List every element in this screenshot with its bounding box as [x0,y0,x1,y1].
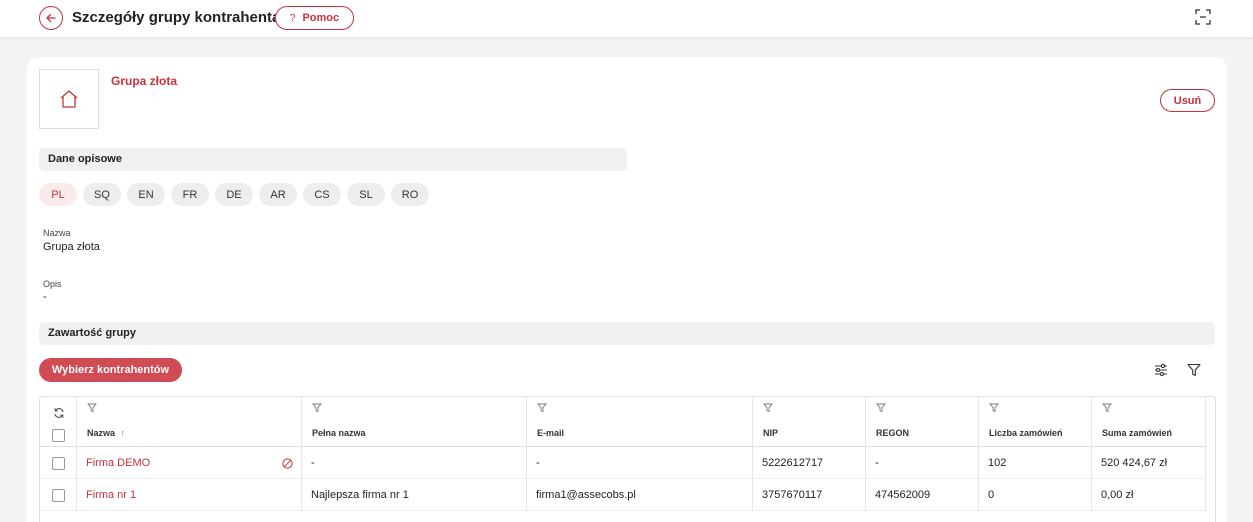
help-button-label: Pomoc [302,12,340,24]
question-icon: ? [289,12,296,24]
blocked-icon [282,458,293,469]
contractors-table: Nazwa ↑ Pełna nazwa E-mail NIP REGON Lic… [39,396,1216,522]
refresh-icon[interactable] [53,407,65,419]
table-cell-regon: 474562009 [866,479,979,511]
description-field-label: Opis [43,279,62,289]
group-name: Grupa złota [111,74,178,88]
column-header-order-count[interactable]: Liczba zamówień [979,397,1092,447]
section-descriptive-data: Dane opisowe [39,148,627,171]
lang-tab-fr[interactable]: FR [171,183,209,206]
help-button[interactable]: ? Pomoc [275,6,354,30]
filter-icon[interactable] [537,403,547,413]
page-title: Szczegóły grupy kontrahenta [72,9,281,26]
column-header-nip[interactable]: NIP [753,397,866,447]
filter-icon[interactable] [87,403,97,413]
lang-tab-de[interactable]: DE [215,183,253,206]
lang-tab-cs[interactable]: CS [303,183,341,206]
table-header-select [40,397,77,447]
column-header-name[interactable]: Nazwa ↑ [77,397,302,447]
filter-icon[interactable] [1186,362,1202,378]
select-all-checkbox[interactable] [52,429,65,442]
sort-ascending-icon[interactable]: ↑ [121,428,126,438]
top-bar: Szczegóły grupy kontrahenta ? Pomoc [0,0,1253,37]
filter-icon[interactable] [312,403,322,413]
column-name-label: Nazwa [87,428,116,438]
column-email-label: E-mail [537,428,565,438]
name-field-value: Grupa złota [43,241,100,253]
filter-icon[interactable] [876,403,886,413]
table-row-select [40,447,77,479]
filter-icon[interactable] [989,403,999,413]
column-order-sum-label: Suma zamówień [1102,428,1173,438]
group-image [39,69,99,129]
lang-tab-sq[interactable]: SQ [83,183,121,206]
table-cell-full-name: Najlepsza firma nr 1 [302,479,527,511]
table-cell-email: - [527,447,753,479]
column-nip-label: NIP [763,428,779,438]
lang-tab-sl[interactable]: SL [347,183,385,206]
table-cell-order-count: 102 [979,447,1092,479]
section-group-contents: Zawartość grupy [39,322,1215,345]
back-arrow-icon [46,13,56,23]
row-checkbox[interactable] [52,489,65,502]
column-header-label: Nazwa ↑ [87,428,125,438]
table-cell-regon: - [866,447,979,479]
lang-tab-en[interactable]: EN [127,183,165,206]
fullscreen-icon[interactable] [1194,8,1212,26]
settings-sliders-icon[interactable] [1153,362,1169,378]
table-cell-order-count: 0 [979,479,1092,511]
select-contractors-button[interactable]: Wybierz kontrahentów [39,358,182,382]
delete-button[interactable]: Usuń [1160,89,1215,112]
group-details-card: Grupa złota Usuń Dane opisowe PL SQ EN F… [27,57,1227,522]
lang-tab-ar[interactable]: AR [259,183,297,206]
column-header-order-sum[interactable]: Suma zamówień [1092,397,1206,447]
filter-icon[interactable] [1102,403,1112,413]
table-row-name[interactable]: Firma DEMO [77,447,302,479]
back-button[interactable] [39,6,63,30]
row-checkbox[interactable] [52,457,65,470]
lang-tab-pl[interactable]: PL [39,183,77,206]
column-header-full-name[interactable]: Pełna nazwa [302,397,527,447]
name-field-label: Nazwa [43,228,71,238]
column-order-count-label: Liczba zamówień [989,428,1063,438]
column-full-name-label: Pełna nazwa [312,428,366,438]
home-icon [60,90,78,108]
filter-icon[interactable] [763,403,773,413]
column-header-email[interactable]: E-mail [527,397,753,447]
language-tabs: PL SQ EN FR DE AR CS SL RO [39,183,429,206]
table-cell-full-name: - [302,447,527,479]
table-cell-nip: 5222612717 [753,447,866,479]
table-row-select [40,479,77,511]
table-cell-email: firma1@assecobs.pl [527,479,753,511]
contractor-name-link[interactable]: Firma nr 1 [86,489,136,501]
table-cell-order-sum: 0,00 zł [1092,479,1206,511]
lang-tab-ro[interactable]: RO [391,183,429,206]
column-regon-label: REGON [876,428,910,438]
table-row-name[interactable]: Firma nr 1 [77,479,302,511]
description-field-value: - [43,291,47,303]
table-cell-nip: 3757670117 [753,479,866,511]
column-header-regon[interactable]: REGON [866,397,979,447]
table-cell-order-sum: 520 424,67 zł [1092,447,1206,479]
contractor-name-link[interactable]: Firma DEMO [86,457,150,469]
